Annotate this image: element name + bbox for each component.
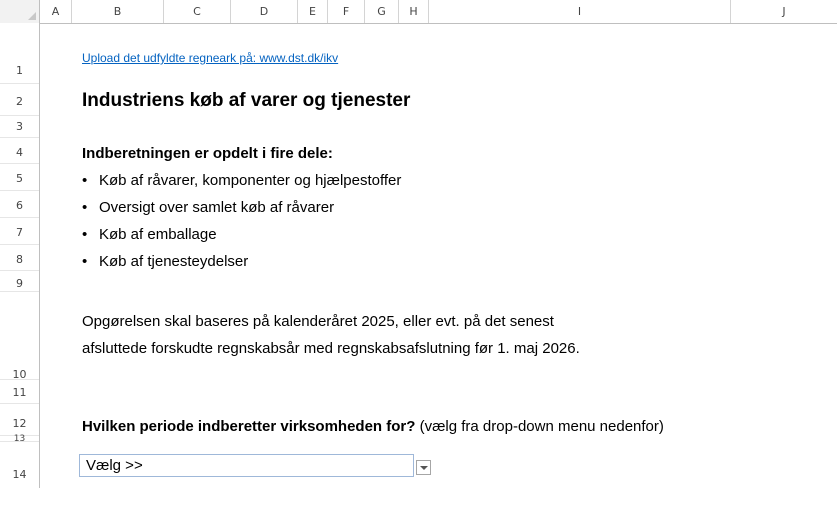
row-header-14[interactable]: 14 <box>0 442 39 488</box>
bullet-item: • Oversigt over samlet køb af råvarer <box>82 199 334 216</box>
column-header-bar: A B C D E F G H I J <box>0 0 837 24</box>
row-header-2[interactable]: 2 <box>0 84 39 116</box>
column-header-i[interactable]: I <box>429 0 731 23</box>
bullet-item: • Køb af tjenesteydelser <box>82 253 248 270</box>
bullet-icon: • <box>82 253 88 270</box>
column-header-b[interactable]: B <box>72 0 164 23</box>
column-header-j[interactable]: J <box>731 0 837 23</box>
column-header-f[interactable]: F <box>328 0 365 23</box>
paragraph-line-1: Opgørelsen skal baseres på kalenderåret … <box>82 313 554 330</box>
bullet-text: Køb af tjenesteydelser <box>99 253 249 270</box>
row-header-12[interactable]: 12 <box>0 404 39 436</box>
intro-heading: Indberetningen er opdelt i fire dele: <box>82 145 333 162</box>
column-header-a[interactable]: A <box>40 0 72 23</box>
row-header-5[interactable]: 5 <box>0 164 39 191</box>
dropdown-button[interactable] <box>416 460 431 475</box>
bullet-item: • Køb af råvarer, komponenter og hjælpest… <box>82 172 401 189</box>
bullet-text: Køb af emballage <box>99 226 217 243</box>
row-header-4[interactable]: 4 <box>0 138 39 164</box>
bullet-item: • Køb af emballage <box>82 226 217 243</box>
sheet-title: Industriens køb af varer og tjenester <box>82 90 411 111</box>
select-all-icon <box>28 12 36 20</box>
bullet-text: Køb af råvarer, komponenter og hjælpesto… <box>99 172 402 189</box>
row-header-11[interactable]: 11 <box>0 380 39 404</box>
bullet-icon: • <box>82 226 88 243</box>
upload-link[interactable]: Upload det udfyldte regneark på: www.dst… <box>82 51 338 65</box>
bullet-text: Oversigt over samlet køb af råvarer <box>99 199 335 216</box>
period-dropdown-value: Vælg >> <box>86 457 143 474</box>
bullet-icon: • <box>82 199 88 216</box>
row-header-9[interactable]: 9 <box>0 271 39 292</box>
column-header-d[interactable]: D <box>231 0 298 23</box>
chevron-down-icon <box>420 466 428 470</box>
select-all-corner[interactable] <box>0 0 40 23</box>
column-header-e[interactable]: E <box>298 0 328 23</box>
row-header-bar: 1 2 3 4 5 6 7 8 9 10 11 12 13 14 <box>0 23 40 488</box>
period-dropdown-cell[interactable]: Vælg >> <box>79 454 414 477</box>
column-header-c[interactable]: C <box>164 0 231 23</box>
paragraph-line-2: afsluttede forskudte regnskabsår med reg… <box>82 340 580 357</box>
period-question-bold: Hvilken periode indberetter virksomheden… <box>82 418 416 435</box>
column-header-h[interactable]: H <box>399 0 429 23</box>
row-header-7[interactable]: 7 <box>0 218 39 245</box>
column-header-g[interactable]: G <box>365 0 399 23</box>
bullet-icon: • <box>82 172 88 189</box>
row-header-8[interactable]: 8 <box>0 245 39 271</box>
row-header-6[interactable]: 6 <box>0 191 39 218</box>
period-question-note: (vælg fra drop-down menu nedenfor) <box>415 418 664 435</box>
row-header-10[interactable]: 10 <box>0 292 39 381</box>
period-question: Hvilken periode indberetter virksomheden… <box>82 418 664 435</box>
row-header-3[interactable]: 3 <box>0 116 39 138</box>
row-header-1[interactable]: 1 <box>0 23 39 84</box>
